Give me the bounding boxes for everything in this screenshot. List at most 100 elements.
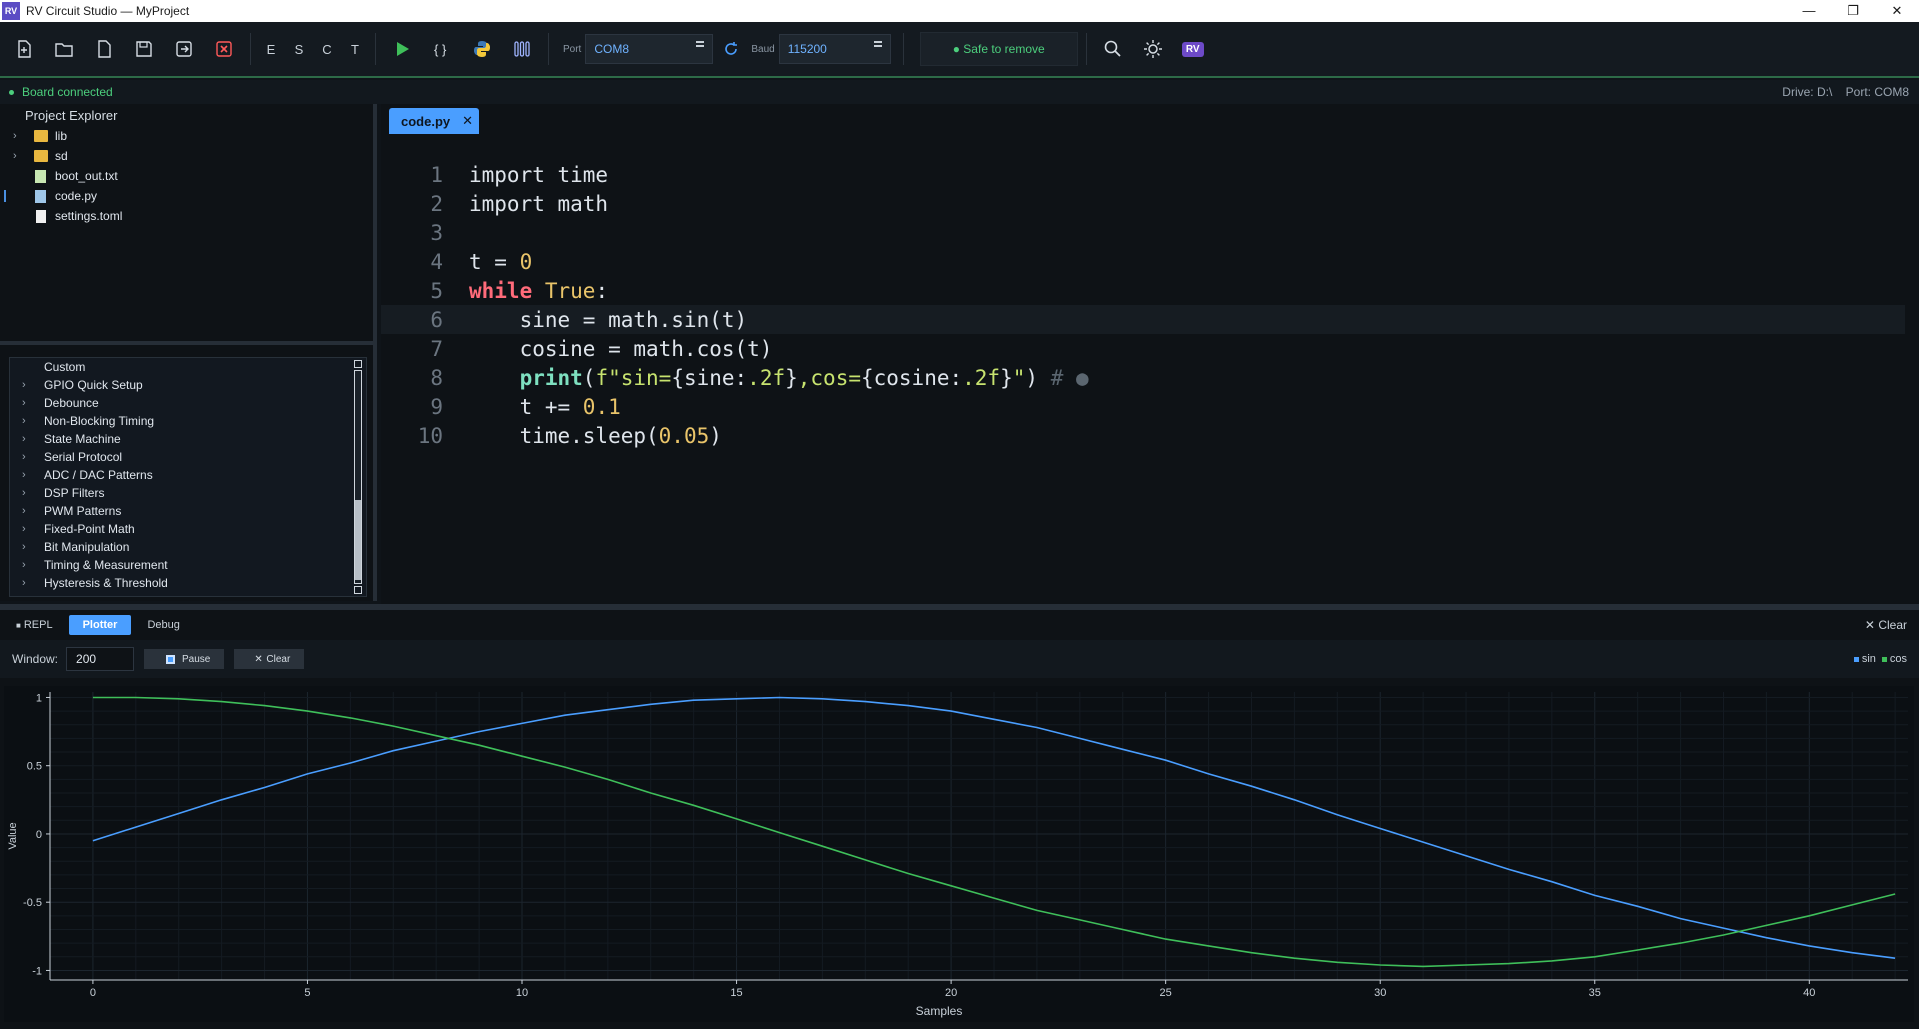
rv-badge-icon: RV	[1181, 41, 1204, 57]
baud-select[interactable]: 115200	[778, 34, 891, 64]
columns-button[interactable]	[506, 33, 538, 65]
clear-output-button[interactable]: ✕ Clear	[1865, 618, 1907, 632]
editor-mode-c-button[interactable]: C	[313, 42, 341, 57]
tree-item-settings[interactable]: settings.toml	[0, 206, 373, 226]
x-tick-label: 0	[90, 987, 96, 999]
tree-item-code-py[interactable]: code.py	[0, 186, 373, 206]
chevron-right-icon[interactable]: ›	[22, 577, 34, 589]
snippet-item[interactable]: › GPIO Quick Setup	[10, 376, 366, 394]
snippet-item[interactable]: › ADC / DAC Patterns	[10, 466, 366, 484]
code-line: print(f"sin={sine:.2f},cos={cosine:.2f}"…	[519, 365, 1089, 390]
pause-icon	[166, 654, 176, 664]
snippet-item[interactable]: › PWM Patterns	[10, 502, 366, 520]
chevron-right-icon[interactable]: ›	[22, 505, 34, 517]
snippet-item[interactable]: Custom	[10, 358, 366, 376]
svg-text:{ }: { }	[434, 42, 447, 57]
scroll-thumb[interactable]	[355, 500, 361, 580]
minimize-button[interactable]: —	[1787, 0, 1831, 22]
bottom-tabs: ■ REPL Plotter Debug ✕ Clear	[0, 610, 1919, 640]
chevron-right-icon[interactable]: ›	[13, 130, 25, 142]
code-line: sine = math.sin(t)	[469, 307, 748, 332]
close-file-button[interactable]	[208, 33, 240, 65]
tab-repl[interactable]: ■ REPL	[6, 615, 63, 635]
snippet-item[interactable]: › Timing & Measurement	[10, 556, 366, 574]
close-window-button[interactable]: ✕	[1875, 0, 1919, 22]
tree-item-lib[interactable]: › lib	[0, 126, 373, 146]
save-as-button[interactable]	[168, 33, 200, 65]
dropdown-icon	[696, 41, 705, 47]
python-icon	[474, 41, 490, 57]
snippet-item[interactable]: › Hysteresis & Threshold	[10, 574, 366, 592]
tree-item-boot-out[interactable]: boot_out.txt	[0, 166, 373, 186]
chevron-right-icon[interactable]: ›	[13, 150, 25, 162]
snippet-item[interactable]: › Non-Blocking Timing	[10, 412, 366, 430]
braces-icon: { }	[434, 42, 447, 57]
editor-mode-t-button[interactable]: T	[341, 42, 369, 57]
tree-item-label: boot_out.txt	[55, 169, 118, 183]
play-icon	[397, 42, 409, 56]
close-tab-icon[interactable]: ✕	[462, 113, 473, 129]
board-connected-status: Board connected	[22, 85, 113, 99]
chevron-right-icon[interactable]: ›	[22, 541, 34, 553]
snippets-list: Custom › GPIO Quick Setup › Debounce › Non-…	[9, 357, 367, 597]
chevron-right-icon[interactable]: ›	[22, 433, 34, 445]
chevron-right-icon[interactable]: ›	[22, 397, 34, 409]
line-number: 5	[430, 278, 443, 303]
chevron-right-icon[interactable]: ›	[22, 451, 34, 463]
save-icon	[136, 41, 152, 57]
scroll-up-icon[interactable]	[354, 360, 362, 368]
plotter-chart[interactable]: 0 5 10 15 20 25 30 35 40 1 0.5 0 -0.5 -1 Samples Value	[4, 686, 1914, 1022]
drive-label: Drive: D:\	[1782, 85, 1833, 99]
search-button[interactable]	[1097, 33, 1129, 65]
new-file-button[interactable]	[8, 33, 40, 65]
snippet-item[interactable]: › Fixed-Point Math	[10, 520, 366, 538]
toolbar-separator	[902, 33, 904, 65]
chevron-right-icon[interactable]: ›	[22, 523, 34, 535]
baud-value: 115200	[787, 42, 827, 56]
tab-debug[interactable]: Debug	[137, 615, 189, 635]
scroll-down-icon[interactable]	[354, 586, 362, 594]
x-tick-label: 15	[730, 987, 742, 999]
snippet-item[interactable]: › Serial Protocol	[10, 448, 366, 466]
window-size-input[interactable]: 200	[66, 647, 135, 671]
code-line: while True:	[469, 278, 609, 303]
port-select[interactable]: COM8	[585, 34, 714, 64]
refresh-ports-button[interactable]	[721, 33, 741, 65]
close-icon: ✕	[1864, 618, 1879, 632]
theme-toggle-button[interactable]	[1137, 33, 1169, 65]
legend-swatch-cos	[1881, 656, 1887, 662]
folder-icon	[34, 130, 48, 142]
snippet-item[interactable]: › Bit Manipulation	[10, 538, 366, 556]
tree-item-sd[interactable]: › sd	[0, 146, 373, 166]
drive-port-info: Drive: D:\ Port: COM8	[1782, 85, 1909, 99]
format-button[interactable]: { }	[426, 33, 458, 65]
editor-mode-s-button[interactable]: S	[285, 42, 313, 57]
code-line: import time	[469, 162, 609, 187]
save-button[interactable]	[128, 33, 160, 65]
chevron-right-icon[interactable]: ›	[22, 487, 34, 499]
pause-button[interactable]: Pause	[144, 649, 225, 669]
tab-code-py[interactable]: code.py ✕	[389, 108, 480, 134]
tab-plotter[interactable]: Plotter	[68, 615, 132, 635]
code-area[interactable]: 1 import time 2 import math 3 4 t = 0 5 whil…	[381, 160, 1919, 450]
snippets-scrollbar[interactable]	[352, 360, 364, 594]
chevron-right-icon[interactable]: ›	[22, 559, 34, 571]
maximize-button[interactable]: ❐	[1831, 0, 1875, 22]
open-folder-button[interactable]	[48, 33, 80, 65]
snippet-item[interactable]: › DSP Filters	[10, 484, 366, 502]
snippet-item[interactable]: › Debounce	[10, 394, 366, 412]
y-axis-label: Value	[7, 822, 19, 849]
close-file-icon	[216, 41, 232, 57]
snippet-item[interactable]: › State Machine	[10, 430, 366, 448]
editor-mode-e-button[interactable]: E	[257, 42, 285, 57]
x-tick-label: 40	[1803, 987, 1815, 999]
open-file-button[interactable]	[88, 33, 120, 65]
chevron-right-icon[interactable]: ›	[22, 469, 34, 481]
chevron-right-icon[interactable]: ›	[22, 379, 34, 391]
clear-plot-button[interactable]: ✕ Clear	[234, 649, 305, 669]
rv-badge-button[interactable]: RV	[1177, 33, 1209, 65]
plot-axes: 0 5 10 15 20 25 30 35 40 1 0.5 0 -0.5 -1 Samples Value	[7, 692, 1908, 1018]
run-button[interactable]	[386, 33, 418, 65]
python-button[interactable]	[466, 33, 498, 65]
chevron-right-icon[interactable]: ›	[22, 415, 34, 427]
